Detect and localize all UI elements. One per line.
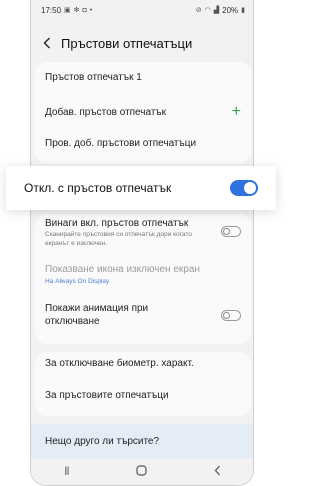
about-fingerprints-item[interactable]: За пръстовите отпечатъци (45, 390, 241, 401)
show-icon-label: Показване икона изключен екран (45, 264, 200, 275)
show-icon-sub: На Always On Display (45, 278, 110, 285)
signal-icon: ▟ (213, 7, 220, 14)
settings-icon: ✻ (73, 7, 80, 14)
page-title: Пръстови отпечатъци (61, 35, 193, 51)
battery-text: 20% (222, 5, 239, 15)
fingerprint-item-1[interactable]: Пръстов отпечатък 1 (45, 72, 241, 83)
battery-icon: ▮ (241, 7, 245, 14)
unlock-animation-label: Покажи анимация при отключване (45, 303, 149, 327)
photo-icon: ▣ (64, 7, 71, 14)
phone-screen: 17:50 ▣ ✻ ◘ • ⊘ ◠ ▟ 20% ▮ Пръстови отпеч… (30, 0, 254, 486)
back-arrow-icon[interactable] (43, 37, 51, 49)
unlock-animation-row[interactable]: Покажи анимация при отключване (45, 302, 241, 328)
about-fingerprints-label: За пръстовите отпечатъци (45, 390, 169, 401)
search-hint-label: Нещо друго ли търсите? (45, 435, 160, 447)
show-icon-row: Показване икона изключен екран На Always… (45, 264, 241, 285)
info-card: За отключване биометр. характ. За пръсто… (35, 352, 251, 416)
unlock-animation-toggle[interactable] (221, 309, 241, 321)
fingerprint-unlock-label: Откл. с пръстов отпечатък (24, 181, 172, 195)
always-on-toggle[interactable] (221, 226, 241, 237)
home-icon[interactable] (136, 465, 148, 479)
recent-apps-icon[interactable]: ⦀ (65, 466, 70, 479)
add-fingerprint-label: Добав. пръстов отпечатък (45, 106, 167, 118)
wifi-icon: ◠ (204, 7, 211, 14)
status-time: 17:50 (41, 5, 62, 15)
options-card: Винаги вкл. пръстов отпечатък Сканирайте… (35, 214, 251, 344)
biometrics-unlock-label: За отключване биометр. характ. (45, 358, 194, 369)
fingerprint-item-1-label: Пръстов отпечатък 1 (45, 72, 142, 83)
fingerprint-unlock-row[interactable]: Откл. с пръстов отпечатък (6, 166, 276, 210)
always-on-fingerprint-row[interactable]: Винаги вкл. пръстов отпечатък Сканирайте… (45, 218, 241, 249)
check-fingerprints-label: Пров. доб. пръстови отпечатъци (45, 138, 197, 149)
always-on-description: Сканирайте пръстовия си отпечатък дори к… (45, 231, 192, 247)
fingerprints-card: Пръстов отпечатък 1 Добав. пръстов отпеч… (35, 62, 251, 164)
fingerprint-unlock-toggle[interactable] (230, 180, 258, 196)
biometrics-unlock-item[interactable]: За отключване биометр. характ. (45, 358, 241, 369)
app-header: Пръстови отпечатъци (31, 28, 253, 58)
always-on-label: Винаги вкл. пръстов отпечатък (45, 218, 189, 229)
mute-icon: ⊘ (195, 7, 202, 14)
status-bar: 17:50 ▣ ✻ ◘ • ⊘ ◠ ▟ 20% ▮ (31, 0, 253, 20)
looking-for-something-else[interactable]: Нещо друго ли търсите? (31, 424, 253, 458)
camera-icon: ◘ (82, 6, 87, 14)
dot-icon: • (89, 6, 93, 14)
navigation-bar: ⦀ (31, 458, 253, 485)
check-fingerprints-button[interactable]: Пров. доб. пръстови отпечатъци (45, 138, 241, 149)
plus-icon: + (231, 103, 241, 120)
back-nav-icon[interactable] (214, 465, 221, 479)
add-fingerprint-button[interactable]: Добав. пръстов отпечатък + (45, 104, 241, 120)
